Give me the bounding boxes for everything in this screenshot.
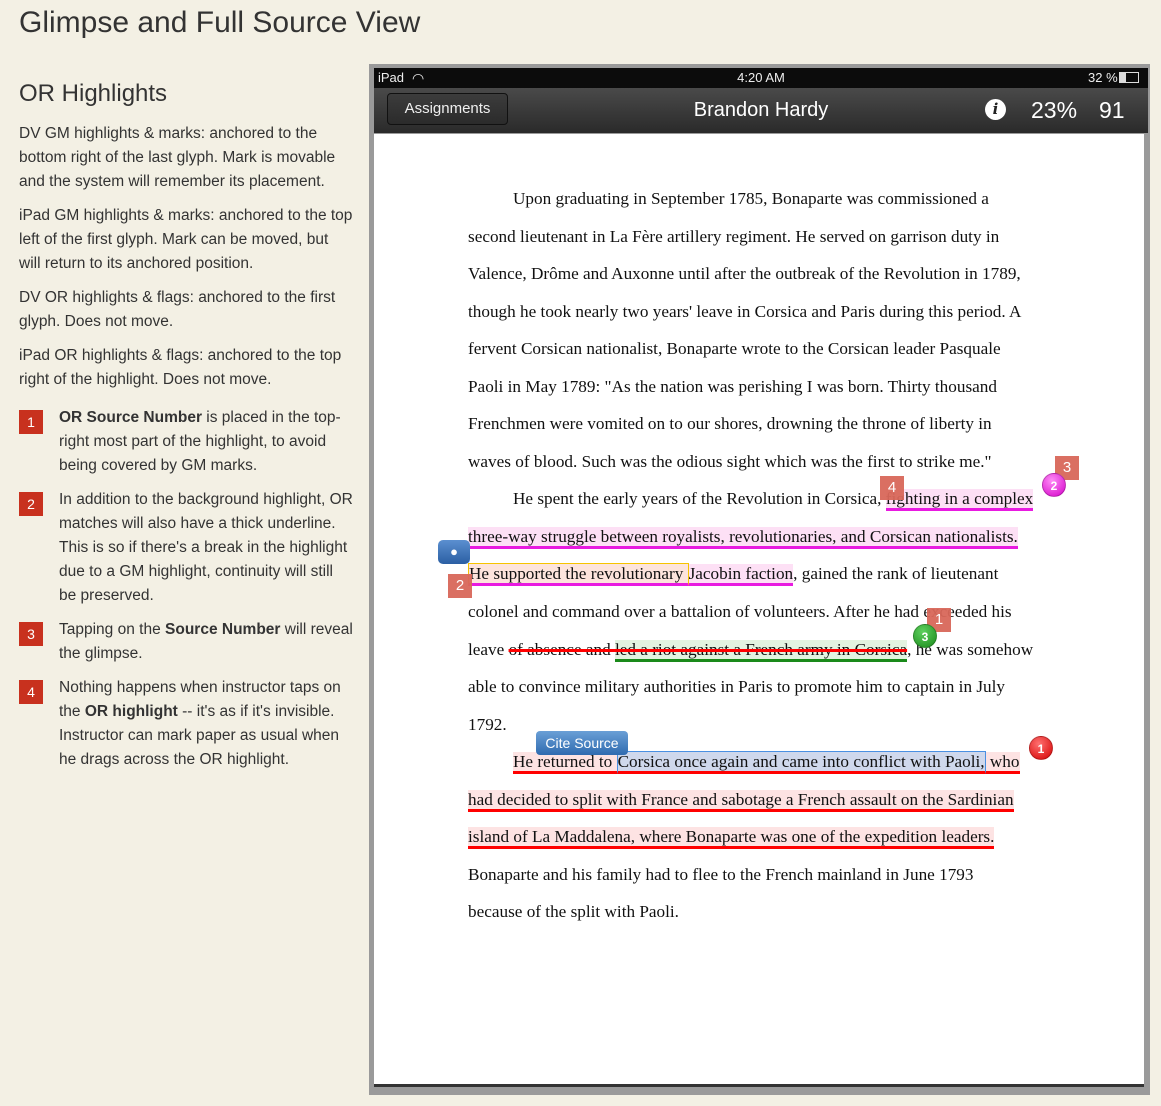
text-line: He spent the early years of the Revoluti…	[468, 480, 1034, 518]
highlight-pink[interactable]: Jacobin faction	[688, 564, 794, 587]
numbered-item: 2 In addition to the background highlight…	[19, 488, 354, 608]
item-number: 3	[19, 622, 43, 646]
text-line: fervent Corsican nationalist, Bonaparte …	[468, 330, 1033, 368]
text-run: because of the split with Paoli.	[468, 902, 679, 922]
item-number: 2	[19, 492, 43, 516]
gm-mark-2[interactable]: 2	[448, 574, 472, 598]
speech-bubble-icon[interactable]: ●	[438, 540, 470, 564]
highlight-yellow[interactable]: He supported the revolutionary	[468, 563, 689, 587]
battery-level: 32 %	[1088, 70, 1118, 85]
originality-percent[interactable]: 23%	[1031, 97, 1077, 124]
highlight-pink[interactable]: three-way struggle between royalists, re…	[468, 526, 1018, 549]
item-number: 4	[19, 680, 43, 704]
text-run: leave	[468, 639, 509, 659]
text-line: because of the split with Paoli.	[468, 893, 1033, 931]
text-line: Bonaparte and his family had to flee to …	[468, 856, 1033, 894]
or-source-number-1[interactable]: 1	[1029, 736, 1053, 760]
note: iPad OR highlights & flags: anchored to …	[19, 347, 342, 388]
note: DV OR highlights & flags: anchored to th…	[19, 289, 336, 330]
battery-icon	[1119, 72, 1139, 83]
status-bar: iPad ◠ 4:20 AM 32 %	[374, 68, 1148, 88]
text-run: Valence, Drôme and Auxonne until after t…	[468, 264, 1021, 284]
text-run: Paoli in May 1789: "As the nation was pe…	[468, 376, 997, 396]
text-run: second lieutenant in La Fère artillery r…	[468, 226, 1000, 246]
note: iPad GM highlights & marks: anchored to …	[19, 207, 353, 272]
item-text: Tapping on the	[59, 621, 166, 638]
highlight-red[interactable]: had decided to split with France and sab…	[468, 789, 1014, 812]
text-line: island of La Maddalena, where Bonaparte …	[468, 818, 1033, 856]
text-line: Frenchmen were vomited on to our shores,…	[468, 405, 1033, 443]
text-run: He spent the early years of the Revoluti…	[513, 489, 886, 509]
item-text: In addition to the background highlight,…	[59, 491, 353, 604]
highlight-pink[interactable]: fighting in a complex	[885, 489, 1034, 512]
text-run: fervent Corsican nationalist, Bonaparte …	[468, 339, 1001, 359]
paper-text[interactable]: Upon graduating in September 1785, Bonap…	[468, 180, 1034, 931]
text-line: Paoli in May 1789: "As the nation was pe…	[468, 368, 1033, 406]
text-run: , gained the rank of lieutenant	[793, 564, 999, 584]
text-line: second lieutenant in La Fère artillery r…	[468, 218, 1033, 256]
gm-mark-4[interactable]: 4	[880, 476, 904, 500]
paper-page[interactable]: Upon graduating in September 1785, Bonap…	[374, 134, 1144, 1087]
item-number: 1	[19, 410, 43, 434]
grade-score[interactable]: 91	[1099, 97, 1125, 124]
page-title: Glimpse and Full Source View	[19, 6, 421, 39]
text-run: waves of blood. Such was the odious sigh…	[468, 451, 992, 471]
numbered-item: 4 Nothing happens when instructor taps on…	[19, 676, 354, 772]
or-source-number-3[interactable]: 3	[913, 624, 937, 648]
item-bold: OR highlight	[84, 703, 178, 720]
sidebar-heading: OR Highlights	[19, 80, 168, 107]
sidebar: OR Highlights DV GM highlights & marks: …	[19, 80, 354, 782]
nav-bar: Assignments Brandon Hardy i 23% 91	[374, 88, 1148, 133]
text-line: leave of absence and led a riot against …	[468, 631, 1033, 669]
text-run: 1792.	[468, 714, 507, 734]
highlight-green[interactable]: led a riot against a French army in Cors…	[614, 639, 908, 662]
text-line: He supported the revolutionary Jacobin f…	[468, 555, 1033, 593]
numbered-item: 1 OR Source Number is placed in the top-r…	[19, 406, 354, 478]
text-line: three-way struggle between royalists, re…	[468, 518, 1033, 556]
highlight-red[interactable]: who	[985, 752, 1020, 775]
numbered-item: 3 Tapping on the Source Number will revea…	[19, 618, 354, 666]
highlight-red[interactable]: island of La Maddalena, where Bonaparte …	[468, 827, 995, 850]
or-source-number-2[interactable]: 2	[1042, 473, 1066, 497]
item-bold: Source Number	[165, 621, 281, 638]
highlight-blue[interactable]: Corsica once again and came into conflic…	[616, 751, 986, 775]
info-icon[interactable]: i	[985, 99, 1006, 120]
text-run: Bonaparte and his family had to flee to …	[468, 864, 974, 884]
highlight-strike[interactable]: of absence and	[509, 640, 615, 659]
cite-source-button[interactable]: Cite Source	[536, 731, 628, 755]
text-run: though he took nearly two years' leave i…	[468, 301, 1022, 321]
text-run: Upon graduating in September 1785, Bonap…	[513, 189, 989, 208]
item-bold: OR Source Number	[59, 409, 202, 426]
highlight-red[interactable]: He returned to	[513, 752, 617, 775]
text-line: though he took nearly two years' leave i…	[468, 293, 1033, 331]
text-line: Valence, Drôme and Auxonne until after t…	[468, 255, 1033, 293]
text-run: Frenchmen were vomited on to our shores,…	[468, 414, 992, 434]
text-line: had decided to split with France and sab…	[468, 781, 1033, 819]
clock: 4:20 AM	[737, 70, 785, 85]
text-line: able to convince military authorities in…	[468, 668, 1033, 706]
text-line: waves of blood. Such was the odious sigh…	[468, 443, 1033, 481]
text-run: able to convince military authorities in…	[468, 677, 1006, 697]
note: DV GM highlights & marks: anchored to th…	[19, 125, 336, 190]
text-line: Upon graduating in September 1785, Bonap…	[468, 180, 1033, 218]
